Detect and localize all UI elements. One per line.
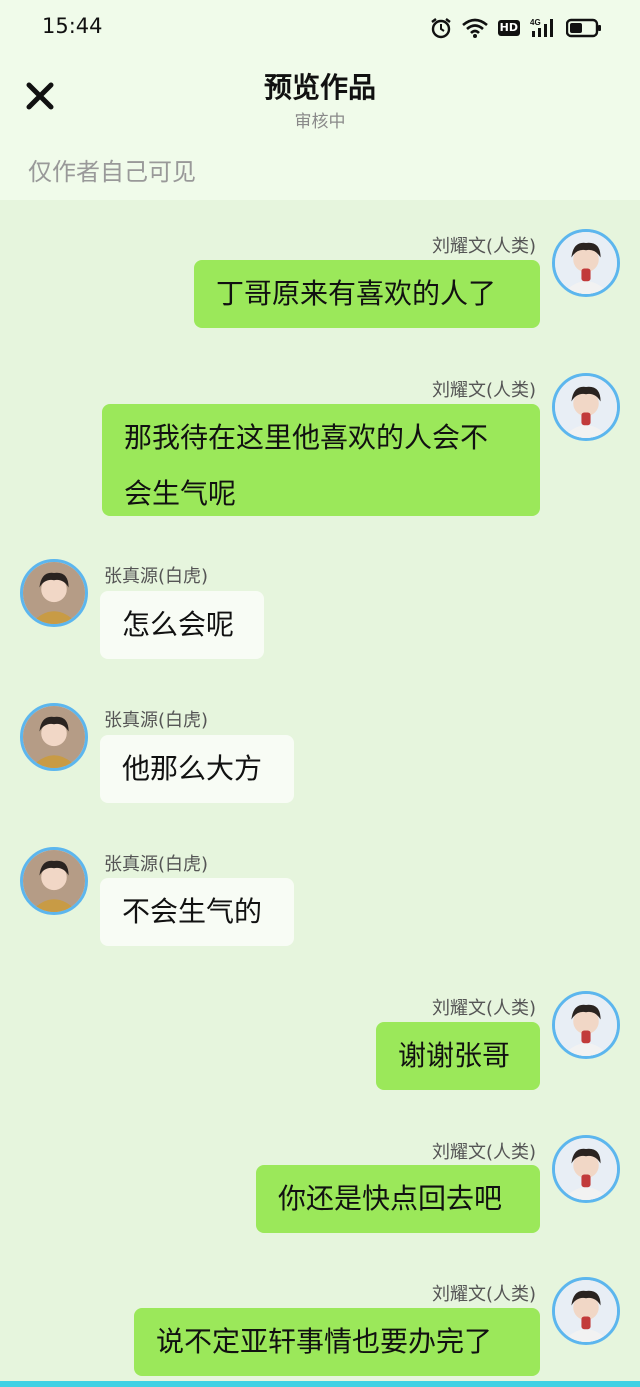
- svg-text:4G: 4G: [530, 18, 541, 27]
- review-status: 审核中: [294, 112, 346, 132]
- top-bar: 15:44 HD 4G 预览作品 审核中 仅作者自己可见: [0, 0, 640, 200]
- sender-name: 张真源(白虎): [104, 566, 209, 587]
- avatar[interactable]: [20, 847, 88, 915]
- hd-badge: HD: [497, 20, 520, 36]
- message-text: 说不定亚轩事情也要办完了: [156, 1325, 493, 1358]
- message-bubble[interactable]: 不会生气的: [100, 878, 294, 946]
- sender-name: 刘耀文(人类): [431, 1284, 536, 1305]
- message-text: 那我待在这里他喜欢的人会不: [124, 421, 489, 454]
- message-text: 怎么会呢: [122, 608, 235, 641]
- sender-name: 张真源(白虎): [104, 710, 209, 731]
- avatar[interactable]: [20, 703, 88, 771]
- sender-name: 刘耀文(人类): [431, 380, 536, 401]
- battery-icon: [566, 18, 601, 38]
- status-icons: HD 4G: [430, 14, 602, 42]
- message-bubble[interactable]: 你还是快点回去吧: [256, 1165, 540, 1233]
- message-text: 会生气呢: [124, 477, 237, 510]
- sender-name: 刘耀文(人类): [431, 998, 536, 1019]
- wifi-icon: [461, 18, 488, 38]
- alarm-icon: [430, 18, 451, 39]
- avatar[interactable]: [552, 1135, 620, 1203]
- avatar[interactable]: [552, 373, 620, 441]
- message-bubble[interactable]: 怎么会呢: [100, 591, 264, 659]
- message-text: 他那么大方: [122, 752, 263, 785]
- message-text: 你还是快点回去吧: [278, 1182, 503, 1215]
- status-time: 15:44: [42, 14, 103, 38]
- avatar[interactable]: [552, 991, 620, 1059]
- message-bubble[interactable]: 谢谢张哥: [376, 1022, 540, 1090]
- signal-4g-icon: 4G: [530, 18, 553, 37]
- avatar[interactable]: [552, 1277, 620, 1345]
- bottom-progress-line: [0, 1381, 640, 1387]
- avatar[interactable]: [552, 229, 620, 297]
- status-bar: 15:44 HD 4G: [0, 0, 640, 56]
- message-bubble[interactable]: 丁哥原来有喜欢的人了: [194, 260, 540, 328]
- message-bubble[interactable]: 他那么大方: [100, 735, 294, 803]
- message-bubble[interactable]: 那我待在这里他喜欢的人会不 会生气呢: [102, 404, 540, 516]
- sender-name: 刘耀文(人类): [431, 1142, 536, 1163]
- message-bubble[interactable]: 说不定亚轩事情也要办完了: [134, 1308, 540, 1376]
- avatar[interactable]: [20, 559, 88, 627]
- message-text: 丁哥原来有喜欢的人了: [216, 277, 497, 310]
- message-text: 谢谢张哥: [398, 1039, 511, 1072]
- visibility-note: 仅作者自己可见: [28, 158, 196, 186]
- sender-name: 刘耀文(人类): [431, 236, 536, 257]
- page-title: 预览作品: [263, 71, 376, 104]
- message-text: 不会生气的: [122, 895, 263, 928]
- chat-area[interactable]: 刘耀文(人类) 丁哥原来有喜欢的人了 刘耀文(人类) 那我待在这里他喜欢的人会不 会生气…: [0, 200, 640, 1380]
- sender-name: 张真源(白虎): [104, 854, 209, 875]
